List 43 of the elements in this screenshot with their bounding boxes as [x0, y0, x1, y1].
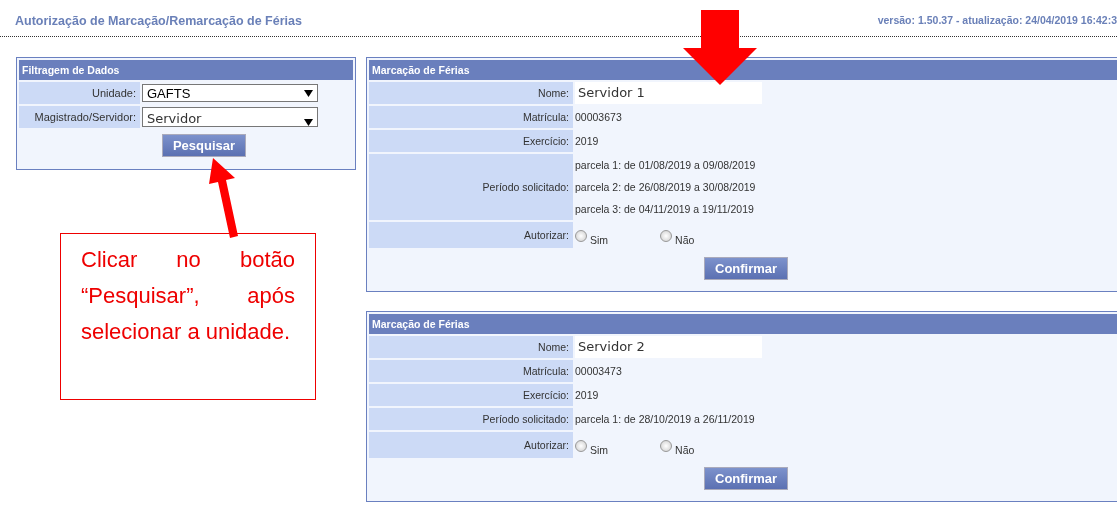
radio-label: Não	[675, 444, 695, 456]
field-label: Nome:	[369, 82, 573, 104]
panel-title: Marcação de Férias	[369, 60, 1117, 80]
dropdown-field[interactable]: Servidor	[142, 107, 318, 127]
field-value: parcela 3: de 04/11/2019 a 19/11/2019	[575, 203, 755, 215]
field-label: Unidade:	[19, 82, 140, 104]
field-value: 2019	[575, 389, 599, 401]
confirm-button[interactable]: Confirmar	[704, 257, 789, 280]
annotation-callout: Clicar no botão “Pesquisar”, após selecionar a unidade.	[60, 233, 316, 400]
radio-button[interactable]	[575, 440, 587, 452]
search-button[interactable]: Pesquisar	[161, 134, 247, 157]
panel-title: Filtragem de Dados	[19, 60, 353, 80]
field-value: parcela 2: de 26/08/2019 a 30/08/2019	[575, 181, 756, 193]
caret-icon	[304, 119, 313, 126]
radio-label: Não	[675, 234, 695, 246]
radio-label: Sim	[590, 444, 609, 456]
name-value: Servidor 2	[575, 336, 762, 358]
confirm-button[interactable]: Confirmar	[704, 467, 789, 490]
field-value: parcela 1: de 28/10/2019 a 26/11/2019	[575, 413, 755, 425]
dropdown-field[interactable]: GAFTS	[142, 84, 318, 102]
field-value: 00003473	[575, 365, 622, 377]
caret-icon	[304, 89, 313, 97]
field-label: Período solicitado:	[369, 408, 573, 430]
radio-button[interactable]	[660, 440, 673, 452]
field-label: Autorizar:	[369, 222, 573, 248]
field-value: 00003673	[575, 111, 622, 123]
page-title: Autorização de Marcação/Remarcação de Férias	[15, 14, 302, 30]
radio-label: Sim	[590, 234, 609, 246]
radio-button[interactable]	[575, 230, 587, 242]
field-label: Exercício:	[369, 130, 573, 152]
name-value: Servidor 1	[575, 82, 762, 104]
field-value: 2019	[575, 135, 599, 147]
field-label: Período solicitado:	[369, 154, 573, 220]
panel-title: Marcação de Férias	[369, 314, 1117, 334]
radio-button[interactable]	[660, 230, 673, 242]
field-label: Autorizar:	[369, 432, 573, 458]
field-label: Matrícula:	[369, 360, 573, 382]
field-label: Magistrado/Servidor:	[19, 106, 140, 128]
field-value: parcela 1: de 01/08/2019 a 09/08/2019	[575, 159, 756, 171]
field-label: Nome:	[369, 336, 573, 358]
field-label: Exercício:	[369, 384, 573, 406]
version-info: versão: 1.50.37 - atualização: 24/04/2019 16:42:3	[877, 14, 1117, 28]
field-label: Matrícula:	[369, 106, 573, 128]
